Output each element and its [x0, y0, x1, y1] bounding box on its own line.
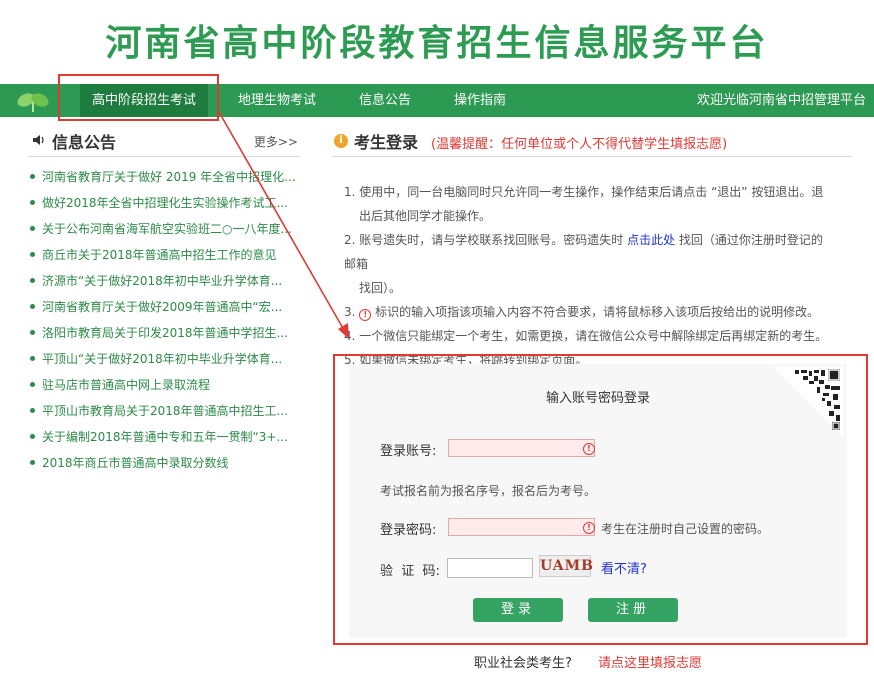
vocational-question: 职业社会类考生? [474, 656, 572, 671]
vocational-apply-link[interactable]: 请点这里填报志愿 [598, 652, 702, 671]
annotation-arrow [218, 111, 349, 339]
